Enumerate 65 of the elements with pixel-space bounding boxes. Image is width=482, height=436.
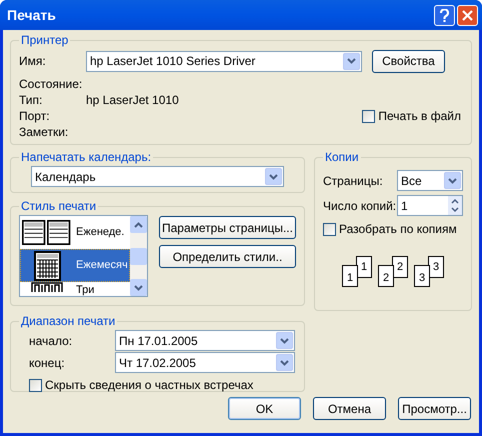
spin-field[interactable]: 1 (397, 195, 463, 216)
monthly-grid-icon (34, 250, 60, 280)
dialog-button[interactable]: Свойства (372, 50, 445, 72)
close-icon (462, 10, 473, 20)
style-list-item[interactable]: Три (20, 282, 130, 296)
dialog-button[interactable]: OK (228, 397, 301, 420)
page-stack-drawing: 2 2 (378, 256, 408, 287)
trifold-layout-icon (31, 282, 63, 292)
style-name: Три (76, 283, 94, 296)
group-title: Напечатать календарь: (20, 149, 152, 166)
chevron-down-icon (134, 284, 143, 290)
chevron-up-icon (134, 222, 143, 228)
checkbox[interactable] (323, 222, 336, 236)
field-label: Состояние: (19, 77, 84, 92)
dropdown-button[interactable] (276, 354, 293, 371)
group-title: Принтер (20, 32, 70, 49)
style-list-item[interactable]: Еженеде. (20, 216, 130, 249)
checkbox-label: Печать в файл (378, 108, 461, 125)
page-stack-drawing: 1 1 (342, 256, 372, 287)
field-label: Имя: (19, 53, 47, 70)
field-label: конец: (29, 354, 66, 372)
dropdown-field[interactable]: Пн 17.01.2005 (115, 330, 295, 351)
dropdown-field[interactable]: hp LaserJet 1010 Series Driver (86, 50, 362, 72)
help-button[interactable] (434, 4, 455, 26)
field-label: Заметки: (19, 125, 70, 140)
dialog-button[interactable]: Параметры страницы... (159, 216, 296, 239)
question-mark-icon (440, 8, 449, 22)
dropdown-button[interactable] (343, 52, 360, 70)
field-label: начало: (29, 332, 74, 350)
spinner-arrows-icon (448, 196, 462, 215)
dropdown-field[interactable]: Чт 17.02.2005 (115, 352, 295, 373)
dropdown-button[interactable] (444, 172, 461, 189)
chevron-down-icon (347, 58, 356, 64)
checkbox[interactable] (29, 378, 42, 392)
style-list-item[interactable]: Ежемесяч (20, 249, 130, 282)
chevron-down-icon (448, 178, 457, 184)
scrollbar-thumb[interactable] (130, 248, 147, 264)
dropdown-field[interactable]: Календарь (31, 166, 284, 187)
group-title: Диапазон печати (20, 313, 116, 330)
scrollbar[interactable] (130, 216, 147, 296)
field-label: Порт: (19, 109, 51, 124)
chevron-down-icon (269, 174, 278, 180)
checkbox-label: Скрыть сведения о частных встречах (45, 377, 254, 394)
dropdown-button[interactable] (265, 168, 282, 185)
dropdown-button[interactable] (276, 332, 293, 349)
field-label: Число копий: (323, 198, 396, 214)
field-label: Страницы: (323, 172, 383, 190)
weekly-layout-icon (22, 220, 72, 245)
page-stack-drawing: 3 3 (414, 256, 444, 287)
chevron-down-icon (280, 360, 289, 366)
field-label: Тип: (19, 93, 44, 108)
chevron-down-icon (280, 338, 289, 344)
style-name: Еженеде. (76, 225, 124, 240)
checkbox[interactable] (362, 110, 376, 122)
window-title: Печать (7, 6, 56, 24)
style-name: Ежемесяч (76, 258, 128, 274)
dialog-button[interactable]: Просмотр... (398, 397, 471, 420)
field-value: hp LaserJet 1010 (86, 93, 179, 108)
checkbox-label: Разобрать по копиям (339, 221, 457, 238)
dropdown-field[interactable]: Все (397, 170, 463, 191)
dialog-button[interactable]: Определить стили.. (159, 245, 296, 268)
dialog-button[interactable]: Отмена (313, 397, 386, 420)
group-title: Стиль печати (20, 198, 98, 215)
close-button[interactable] (457, 4, 478, 26)
group-title: Копии (324, 149, 360, 166)
